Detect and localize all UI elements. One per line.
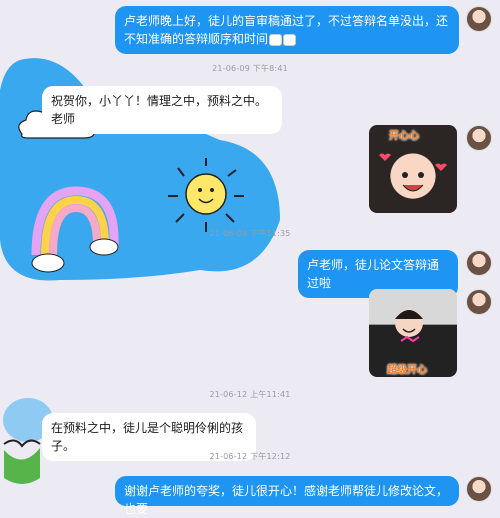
avatar[interactable] xyxy=(466,6,492,32)
sticker-image[interactable]: 超级开心 xyxy=(369,289,457,377)
timestamp: 21-06-09 下午11:35 xyxy=(209,229,291,238)
sticker-image[interactable]: 开心心 xyxy=(369,125,457,213)
sticker-caption: 开心心 xyxy=(389,131,419,142)
message-text: 谢谢卢老师的夸奖，徒儿很开心！感谢老师帮徒儿修改论文，也要 xyxy=(124,484,449,516)
message-text: 卢老师，徒儿论文答辩通过啦 xyxy=(307,258,440,290)
emoji-icon xyxy=(269,33,283,46)
timestamp: 21-06-12 下午12:12 xyxy=(209,452,291,461)
avatar[interactable] xyxy=(466,476,492,502)
message-bubble-sent[interactable]: 卢老师晚上好，徒儿的盲审稿通过了，不过答辩名单没出，还不知准确的答辩顺序和时间 xyxy=(115,6,459,54)
avatar[interactable] xyxy=(466,289,492,315)
avatar[interactable] xyxy=(466,125,492,151)
avatar[interactable] xyxy=(466,250,492,276)
emoji-icon xyxy=(283,33,297,46)
timestamp: 21-06-12 上午11:41 xyxy=(209,390,291,399)
sticker-caption: 超级开心 xyxy=(387,365,427,376)
message-bubble-received[interactable]: 祝贺你，小丫丫！情理之中，预料之中。老师 xyxy=(42,86,282,134)
timestamp: 21-06-09 下午8:41 xyxy=(212,64,288,73)
message-text: 在预料之中，徒儿是个聪明伶俐的孩子。 xyxy=(51,421,244,453)
message-bubble-sent[interactable]: 谢谢卢老师的夸奖，徒儿很开心！感谢老师帮徒儿修改论文，也要 xyxy=(115,476,459,516)
message-text: 祝贺你，小丫丫！情理之中，预料之中。老师 xyxy=(51,94,268,126)
